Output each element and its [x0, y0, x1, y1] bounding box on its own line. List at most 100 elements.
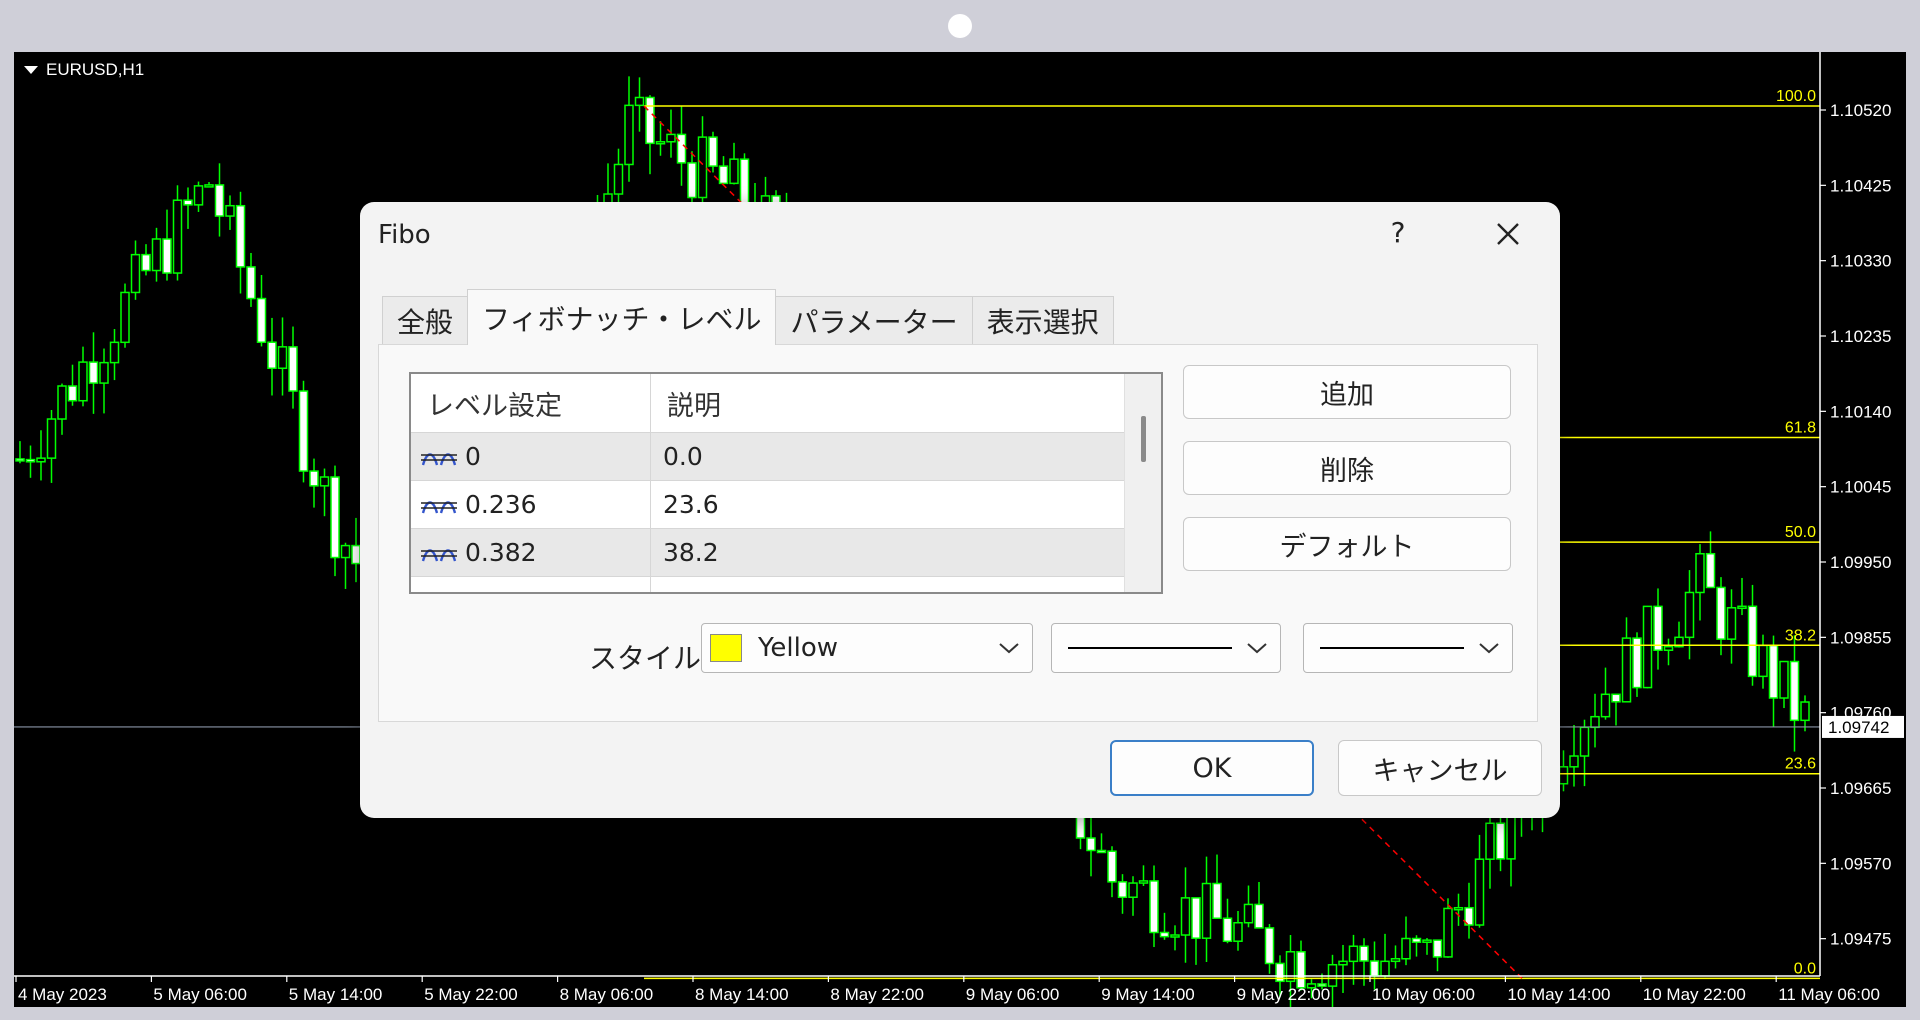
level-cell[interactable]: 0.382	[411, 529, 651, 576]
candle-body	[1117, 881, 1128, 898]
tab-strip: 全般 フィボナッチ・レベル パラメーター 表示選択	[382, 289, 1114, 345]
ok-button[interactable]: OK	[1110, 740, 1314, 796]
candle-body	[277, 346, 288, 369]
chevron-down-icon	[1247, 643, 1267, 654]
help-button[interactable]: ?	[1378, 216, 1418, 249]
delete-button[interactable]: 削除	[1183, 441, 1511, 495]
candle-body	[130, 253, 141, 294]
candle-body	[214, 184, 225, 217]
price-tick-label: 1.10330	[1830, 252, 1891, 271]
level-table[interactable]: レベル設定 説明 0 0.0 0.236 23.6 0.382 38.2	[409, 372, 1163, 594]
table-row[interactable]: 0 0.0	[411, 433, 1161, 481]
candle-body	[676, 133, 687, 164]
tab-parameters[interactable]: パラメーター	[775, 296, 973, 344]
price-tick-label: 1.10235	[1830, 327, 1891, 346]
current-price-label: 1.09742	[1828, 718, 1889, 737]
price-tick-label: 1.10520	[1830, 101, 1891, 120]
time-tick-label: 8 May 06:00	[560, 985, 654, 1004]
candle-body	[1159, 931, 1170, 938]
candle-body	[246, 266, 256, 300]
candle-body	[1191, 897, 1201, 939]
default-button[interactable]: デフォルト	[1183, 517, 1511, 571]
level-cell	[411, 577, 651, 592]
candle-body	[1695, 552, 1705, 594]
description-cell[interactable]: 38.2	[651, 529, 1117, 576]
chevron-down-icon	[1479, 643, 1499, 654]
time-tick-label: 10 May 22:00	[1643, 985, 1746, 1004]
cancel-button[interactable]: キャンセル	[1338, 740, 1542, 796]
candle-body	[151, 238, 162, 272]
level-cell[interactable]: 0.236	[411, 481, 651, 528]
price-tick-label: 1.10425	[1830, 176, 1891, 195]
candle-body	[1642, 605, 1653, 689]
fibo-level-label: 38.2	[1785, 627, 1816, 644]
fibo-level-label: 50.0	[1785, 524, 1816, 541]
candle-body	[1390, 957, 1401, 963]
time-tick-label: 11 May 06:00	[1778, 985, 1880, 1004]
candle-body	[1107, 850, 1117, 883]
candle-body	[309, 470, 319, 487]
table-row-partial[interactable]	[411, 577, 1161, 592]
candle-body	[36, 457, 46, 463]
candle-body	[1705, 552, 1716, 589]
candle-body	[340, 544, 351, 559]
table-row[interactable]: 0.236 23.6	[411, 481, 1161, 529]
symbol-label[interactable]: EURUSD,H1	[24, 60, 144, 80]
fibo-level-label: 61.8	[1785, 420, 1816, 437]
candle-body	[729, 158, 739, 185]
candle-body	[645, 96, 655, 145]
line-width-select[interactable]	[1303, 623, 1513, 673]
candle-body	[1233, 921, 1243, 942]
candle-body	[1285, 951, 1296, 983]
color-swatch	[710, 634, 742, 662]
candle-body	[1726, 607, 1737, 640]
candle-body	[120, 291, 130, 344]
tab-visualization[interactable]: 表示選択	[971, 296, 1114, 344]
level-line-icon	[421, 500, 457, 513]
candle-body	[1348, 945, 1359, 963]
candle-body	[1611, 693, 1621, 703]
time-tick-label: 9 May 06:00	[966, 985, 1060, 1004]
candle-body	[1264, 927, 1275, 965]
add-button[interactable]: 追加	[1183, 365, 1511, 419]
tab-fibo-levels[interactable]: フィボナッチ・レベル	[467, 289, 777, 345]
fibo-level-label: 23.6	[1785, 756, 1816, 773]
candle-body	[1296, 951, 1306, 989]
column-header-level[interactable]: レベル設定	[411, 374, 651, 432]
column-header-description[interactable]: 説明	[651, 374, 1117, 432]
fibo-level-label: 0.0	[1794, 960, 1816, 977]
candle-body	[1569, 755, 1579, 768]
close-button[interactable]	[1488, 214, 1528, 254]
level-value: 0.236	[465, 490, 537, 519]
candle-body	[193, 185, 204, 206]
candle-body	[141, 253, 151, 272]
tab-general[interactable]: 全般	[382, 296, 469, 344]
candle-body	[25, 458, 36, 463]
candle-body	[1789, 660, 1800, 722]
candle-body	[235, 204, 246, 268]
candle-body	[697, 136, 708, 199]
candle-body	[739, 158, 750, 208]
close-icon	[1497, 223, 1519, 245]
candle-body	[15, 458, 25, 462]
time-tick-label: 10 May 06:00	[1372, 985, 1475, 1004]
level-cell[interactable]: 0	[411, 433, 651, 480]
line-style-select[interactable]	[1051, 623, 1281, 673]
scroll-thumb[interactable]	[1141, 416, 1146, 462]
candle-body	[1369, 960, 1380, 977]
candle-body	[109, 341, 120, 364]
candle-body	[256, 297, 267, 343]
candle-body	[1128, 882, 1138, 898]
time-tick-label: 8 May 22:00	[830, 985, 924, 1004]
style-label: スタイル	[589, 642, 702, 675]
table-row[interactable]: 0.382 38.2	[411, 529, 1161, 577]
candle-body	[1621, 637, 1632, 703]
description-cell[interactable]: 0.0	[651, 433, 1117, 480]
color-select[interactable]: Yellow	[701, 623, 1033, 673]
description-cell[interactable]: 23.6	[651, 481, 1117, 528]
candle-body	[1779, 660, 1789, 699]
price-tick-label: 1.10140	[1830, 402, 1891, 421]
table-scrollbar[interactable]	[1124, 374, 1161, 592]
candle-body	[1380, 960, 1390, 977]
candle-body	[319, 476, 330, 487]
